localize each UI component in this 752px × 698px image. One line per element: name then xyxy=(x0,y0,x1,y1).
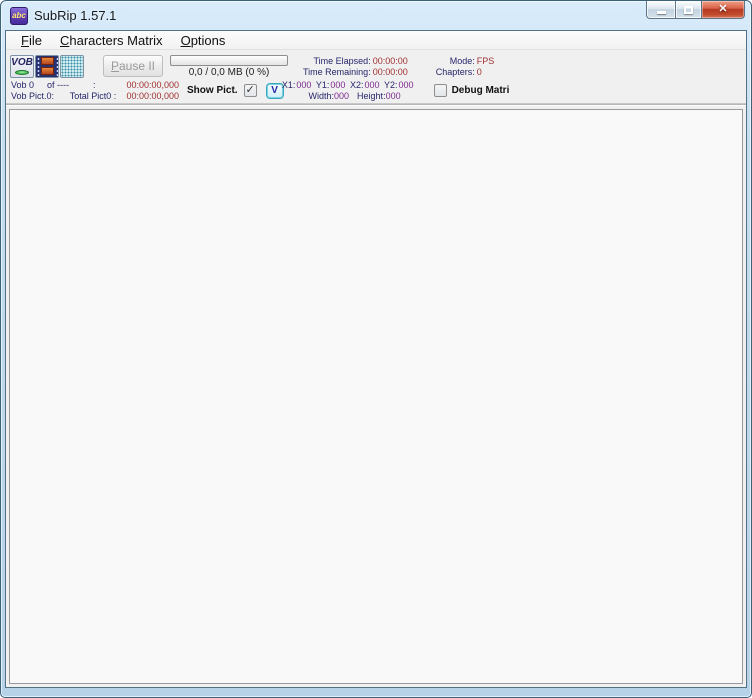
close-button[interactable]: ✕ xyxy=(702,1,745,19)
menu-file[interactable]: File xyxy=(12,32,51,49)
main-area xyxy=(6,104,746,687)
minimize-button[interactable] xyxy=(646,1,675,19)
progress-text: 0,0 / 0,0 MB (0 %) xyxy=(188,66,270,78)
characters-matrix-button[interactable] xyxy=(60,54,84,78)
x1-label: X1: xyxy=(281,80,296,90)
y1-label: Y1: xyxy=(315,80,330,90)
vob-pict-label: Vob Pict.0: xyxy=(11,91,55,101)
film-frame-icon xyxy=(40,57,54,65)
status-row: Vob 0 of ---- : 00:00:00,000 Vob Pict.0:… xyxy=(6,80,746,104)
height-value: 000 xyxy=(385,91,401,101)
toolbar-row-main: VOB Pause II 0,0 / 0,0 MB (0 %) Time Ela… xyxy=(6,52,746,80)
time-info-panel: Time Elapsed: 00:00:00 Mode: FPS Time Re… xyxy=(303,56,494,77)
window-title: SubRip 1.57.1 xyxy=(34,8,117,23)
vob-icon: VOB xyxy=(11,56,33,68)
client-area: File Characters Matrix Options VOB Pause… xyxy=(5,30,747,688)
title-bar[interactable]: abc SubRip 1.57.1 ✕ xyxy=(5,1,747,30)
maximize-button[interactable] xyxy=(675,1,702,19)
mode-value: FPS xyxy=(476,56,495,66)
y2-value: 000 xyxy=(398,80,414,90)
menu-characters-matrix[interactable]: Characters Matrix xyxy=(51,32,172,49)
chapters-value: 0 xyxy=(476,67,482,77)
width-label: Width: xyxy=(308,91,335,101)
total-pict-label: Total Pict0 : xyxy=(69,91,117,101)
vob-colon: : xyxy=(93,80,96,90)
coords-panel: X1: 000 Y1: 000 X2: 000 Y2: 000 Width:000 He… xyxy=(282,80,414,101)
toolbar: VOB Pause II 0,0 / 0,0 MB (0 %) Time Ela… xyxy=(6,50,746,104)
pause-button[interactable]: Pause II xyxy=(103,55,163,77)
close-icon: ✕ xyxy=(718,3,728,15)
time-remaining-label: Time Remaining: xyxy=(303,67,371,77)
film-frames-button[interactable] xyxy=(35,54,59,78)
open-vob-button[interactable]: VOB xyxy=(10,54,34,78)
x2-label: X2: xyxy=(349,80,364,90)
vob-of-label: of ---- xyxy=(47,80,69,90)
height-label: Height: xyxy=(357,91,386,101)
mode-label: Mode: xyxy=(449,56,475,66)
pause-button-label: Pause II xyxy=(110,59,156,73)
time-remaining-value: 00:00:00 xyxy=(372,67,408,77)
vob-status: Vob 0 of ---- : 00:00:00,000 Vob Pict.0:… xyxy=(11,80,183,101)
subrip-window: abc SubRip 1.57.1 ✕ File Characters Matr… xyxy=(0,0,752,698)
preview-area[interactable] xyxy=(9,109,743,684)
y2-label: Y2: xyxy=(384,80,398,90)
minimize-icon xyxy=(656,11,666,14)
total-pict-time-value: 00:00:00,000 xyxy=(126,91,179,101)
show-pict-checkbox[interactable]: ✓ xyxy=(243,84,257,97)
x1-value: 000 xyxy=(296,80,312,90)
app-icon: abc xyxy=(10,6,28,25)
time-elapsed-value: 00:00:00 xyxy=(372,56,408,66)
time-elapsed-label: Time Elapsed: xyxy=(313,56,371,66)
debug-matrix-checkbox[interactable] xyxy=(433,84,447,97)
progress-bar xyxy=(170,54,288,66)
maximize-icon xyxy=(684,5,693,14)
y1-value: 000 xyxy=(330,80,346,90)
checkmark-icon: ✓ xyxy=(245,84,255,96)
disc-icon xyxy=(15,69,29,75)
vob-time-value: 00:00:00,000 xyxy=(126,80,179,90)
width-value: 000 xyxy=(334,91,350,101)
progress-section: 0,0 / 0,0 MB (0 %) xyxy=(169,54,289,78)
vob-count-label: Vob 0 xyxy=(11,80,35,90)
window-controls: ✕ xyxy=(646,1,745,19)
menu-options[interactable]: Options xyxy=(172,32,235,49)
debug-section: Debug Matri xyxy=(428,84,510,97)
show-pict-label: Show Pict. xyxy=(187,84,238,96)
menu-bar: File Characters Matrix Options xyxy=(6,31,746,50)
debug-matrix-label: Debug Matri xyxy=(451,84,510,96)
x2-value: 000 xyxy=(364,80,380,90)
film-frame-icon xyxy=(40,67,54,75)
chapters-label: Chapters: xyxy=(435,67,475,77)
